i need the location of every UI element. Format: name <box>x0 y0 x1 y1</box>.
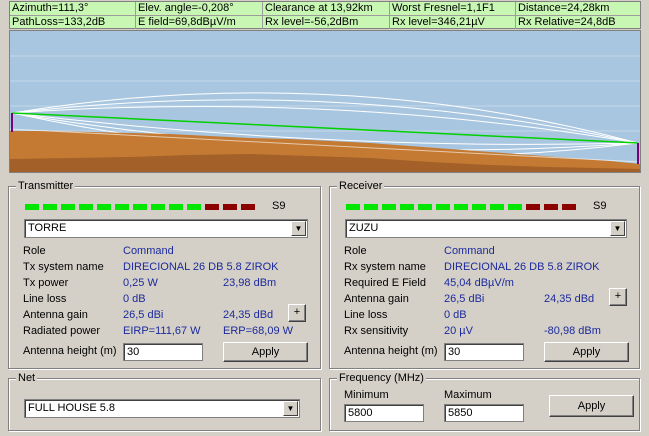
rx-row-value: 0 dB <box>444 309 467 321</box>
chevron-down-icon[interactable]: ▼ <box>283 401 298 416</box>
rx-row-value: 20 µV <box>444 325 473 337</box>
fresnel-readout: Worst Fresnel=1,1F1 <box>390 2 516 15</box>
tx-row-value2: 24,35 dBd <box>223 309 274 321</box>
frequency-max-label: Maximum <box>444 389 492 401</box>
rx-level-dbm-readout: Rx level=-56,2dBm <box>263 16 390 29</box>
rx-relative-readout: Rx Relative=24,8dB <box>518 16 616 28</box>
frequency-title: Frequency (MHz) <box>337 371 426 385</box>
net-title: Net <box>16 371 38 385</box>
tx-row-label: Radiated power <box>23 325 101 337</box>
frequency-panel: Frequency (MHz) Minimum 5800 Maximum 585… <box>329 371 640 431</box>
net-value: FULL HOUSE 5.8 <box>28 402 116 414</box>
terrain-profile-graphic <box>10 31 640 172</box>
tx-row-value: 0 dB <box>123 293 146 305</box>
rx-row-value: Command <box>444 245 495 257</box>
tx-row-value: 0,25 W <box>123 277 158 289</box>
rx-row-value2: -80,98 dBm <box>544 325 601 337</box>
receiver-title: Receiver <box>337 179 385 193</box>
rx-gain-plus-button[interactable]: + <box>609 288 627 306</box>
tx-row-label: Tx power <box>23 277 69 289</box>
rx-antenna-height-label: Antenna height (m) <box>344 345 438 357</box>
net-panel: Net FULL HOUSE 5.8 ▼ <box>8 371 321 431</box>
rx-row-label: Required E Field <box>344 277 426 289</box>
transmitter-title: Transmitter <box>16 179 76 193</box>
clearance-readout: Clearance at 13,92km <box>263 2 390 15</box>
tx-row-label: Antenna gain <box>23 309 88 321</box>
tx-gain-plus-button[interactable]: + <box>288 304 306 322</box>
tx-row-label: Line loss <box>23 293 67 305</box>
frequency-max-input[interactable]: 5850 <box>444 404 524 422</box>
transmitter-panel: Transmitter S9 TORRE ▼ Role Command Tx s… <box>8 179 321 369</box>
rx-apply-button[interactable]: Apply <box>544 342 629 362</box>
tx-row-value: EIRP=111,67 W <box>123 325 201 337</box>
rx-row-value: DIRECIONAL 26 DB 5.8 ZIROK <box>444 261 600 273</box>
elevation-readout: Elev. angle=-0,208° <box>136 2 263 15</box>
receiver-panel: Receiver S9 ZUZU ▼ Role Command Rx syste… <box>329 179 640 369</box>
frequency-apply-button[interactable]: Apply <box>549 395 634 417</box>
tx-row-label: Role <box>23 245 46 257</box>
tx-row-value: DIRECIONAL 26 DB 5.8 ZIROK <box>123 261 279 273</box>
pathloss-readout: PathLoss=133,2dB <box>10 16 136 29</box>
rx-s9-label: S9 <box>593 200 607 212</box>
frequency-min-label: Minimum <box>344 389 389 401</box>
distance-readout: Distance=24,28km <box>518 2 610 14</box>
rx-row-label: Line loss <box>344 309 388 321</box>
tx-signal-meter <box>25 204 255 210</box>
rx-row-value: 45,04 dBµV/m <box>444 277 514 289</box>
tx-row-label: Tx system name <box>23 261 104 273</box>
rx-row-label: Antenna gain <box>344 293 409 305</box>
frequency-min-input[interactable]: 5800 <box>344 404 424 422</box>
rx-station-value: ZUZU <box>349 222 379 234</box>
rx-row-label: Rx system name <box>344 261 426 273</box>
chevron-down-icon[interactable]: ▼ <box>610 221 625 236</box>
tx-s9-label: S9 <box>272 200 286 212</box>
tx-row-value2: ERP=68,09 W <box>223 325 294 337</box>
tx-station-select[interactable]: TORRE ▼ <box>24 219 308 238</box>
tx-row-value: 26,5 dBi <box>123 309 164 321</box>
tx-antenna-height-label: Antenna height (m) <box>23 345 117 357</box>
rx-signal-meter <box>346 204 576 210</box>
tx-antenna-height-input[interactable]: 30 <box>123 343 203 361</box>
tx-row-value: Command <box>123 245 174 257</box>
rx-station-select[interactable]: ZUZU ▼ <box>345 219 627 238</box>
rx-row-value: 26,5 dBi <box>444 293 485 305</box>
chevron-down-icon[interactable]: ▼ <box>291 221 306 236</box>
tx-station-value: TORRE <box>28 222 67 234</box>
azimuth-readout: Azimuth=111,3° <box>10 2 136 15</box>
rx-antenna-height-input[interactable]: 30 <box>444 343 524 361</box>
rx-row-value2: 24,35 dBd <box>544 293 595 305</box>
efield-readout: E field=69,8dBµV/m <box>136 16 263 29</box>
rx-row-label: Role <box>344 245 367 257</box>
status-bar: Azimuth=111,3° Elev. angle=-0,208° Clear… <box>9 1 641 29</box>
net-select[interactable]: FULL HOUSE 5.8 ▼ <box>24 399 300 418</box>
terrain-profile-view[interactable] <box>9 30 641 173</box>
tx-row-value2: 23,98 dBm <box>223 277 277 289</box>
rx-row-label: Rx sensitivity <box>344 325 409 337</box>
rx-level-uv-readout: Rx level=346,21µV <box>390 16 516 29</box>
tx-apply-button[interactable]: Apply <box>223 342 308 362</box>
